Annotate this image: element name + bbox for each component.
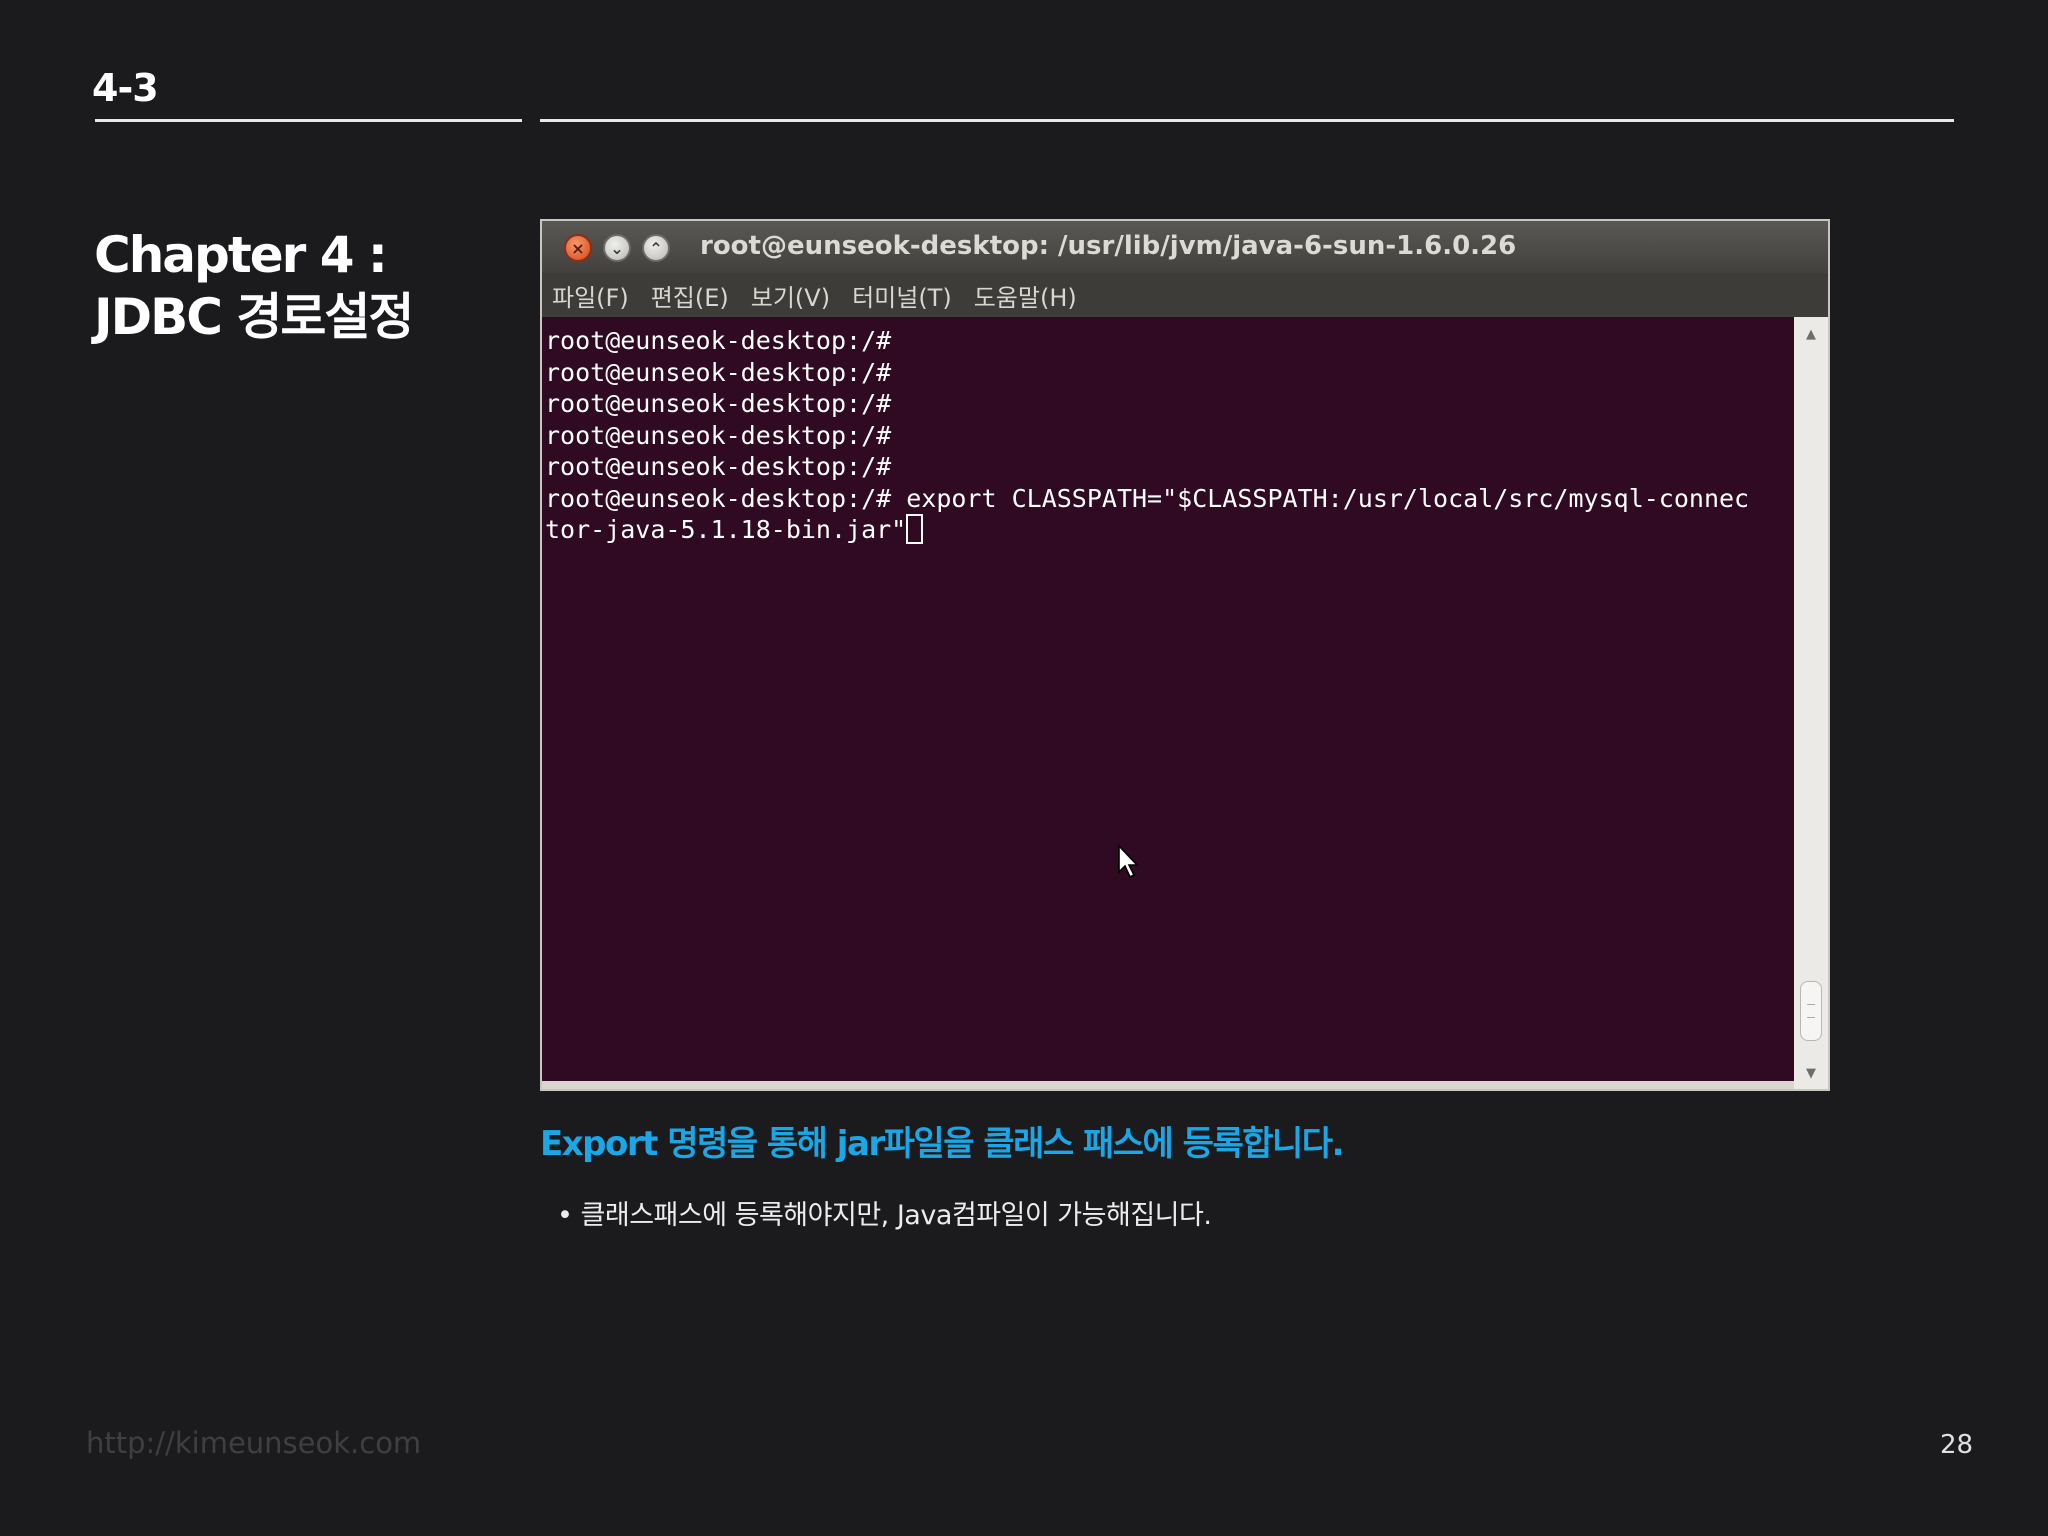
bullet-point: • 클래스패스에 등록해야지만, Java컴파일이 가능해집니다. [557, 1200, 1212, 1231]
terminal-line: root@eunseok-desktop:/# [545, 389, 892, 418]
text-cursor [906, 514, 924, 544]
window-title: root@eunseok-desktop: /usr/lib/jvm/java-… [700, 231, 1517, 261]
mouse-pointer-icon [1118, 844, 1139, 879]
header-rule-left [95, 119, 522, 122]
terminal-window: × ⌄ ⌃ root@eunseok-desktop: /usr/lib/jvm… [540, 219, 1830, 1091]
scroll-track[interactable] [1799, 347, 1823, 1047]
menu-file[interactable]: 파일(F) [552, 278, 629, 313]
terminal-line: root@eunseok-desktop:/# [545, 326, 892, 355]
terminal-menubar: 파일(F) 편집(E) 보기(V) 터미널(T) 도움말(H) [542, 273, 1828, 317]
terminal-titlebar[interactable]: × ⌄ ⌃ root@eunseok-desktop: /usr/lib/jvm… [542, 221, 1828, 273]
footer-url[interactable]: http://kimeunseok.com [86, 1426, 421, 1460]
menu-help[interactable]: 도움말(H) [974, 278, 1077, 313]
maximize-icon[interactable]: ⌃ [642, 234, 670, 262]
terminal-input-line[interactable]: tor-java-5.1.18-bin.jar" [545, 514, 1794, 546]
terminal-line: root@eunseok-desktop:/# [545, 452, 892, 481]
chapter-title-line2: JDBC 경로설정 [94, 288, 414, 346]
chapter-title: Chapter 4 : JDBC 경로설정 [94, 224, 414, 348]
menu-terminal[interactable]: 터미널(T) [852, 278, 952, 313]
scroll-up-icon[interactable]: ▲ [1794, 327, 1828, 342]
scroll-thumb[interactable] [1800, 981, 1822, 1041]
section-number: 4-3 [92, 66, 159, 110]
minimize-icon[interactable]: ⌄ [603, 234, 631, 262]
terminal-line: tor-java-5.1.18-bin.jar" [545, 515, 907, 544]
terminal-line: root@eunseok-desktop:/# [545, 420, 892, 450]
terminal-output[interactable]: root@eunseok-desktop:/# root@eunseok-des… [542, 317, 1794, 1081]
scroll-down-icon[interactable]: ▼ [1794, 1066, 1828, 1081]
terminal-scrollbar[interactable]: ▲ ▼ [1794, 317, 1828, 1089]
menu-edit[interactable]: 편집(E) [651, 278, 729, 313]
close-icon[interactable]: × [564, 234, 592, 262]
menu-view[interactable]: 보기(V) [751, 278, 830, 313]
page-number: 28 [1940, 1430, 1974, 1460]
terminal-bottom-edge [542, 1081, 1794, 1089]
terminal-line: root@eunseok-desktop:/# [545, 357, 892, 387]
slide-caption: Export 명령을 통해 jar파일을 클래스 패스에 등록합니다. [540, 1124, 1345, 1164]
header-rule-right [540, 119, 1954, 122]
terminal-line: root@eunseok-desktop:/# export CLASSPATH… [545, 483, 1750, 513]
chapter-title-line1: Chapter 4 : [94, 226, 388, 284]
